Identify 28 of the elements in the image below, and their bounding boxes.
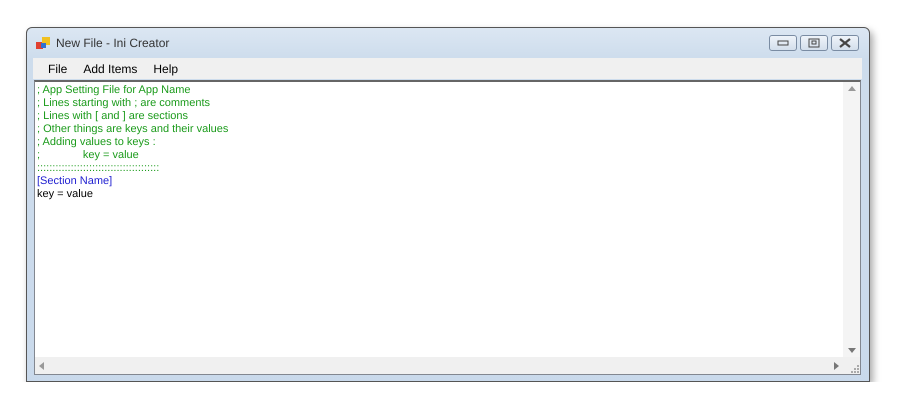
minimize-icon bbox=[777, 40, 789, 46]
scroll-down-icon[interactable] bbox=[848, 348, 856, 353]
key-value-line: key = value bbox=[37, 188, 93, 201]
close-icon bbox=[838, 38, 852, 48]
comment-line: ; Lines starting with ; are comments bbox=[37, 97, 210, 110]
vertical-scrollbar[interactable] bbox=[843, 82, 860, 357]
section-line: [Section Name] bbox=[37, 175, 112, 188]
app-icon bbox=[36, 36, 50, 50]
scroll-right-icon[interactable] bbox=[834, 362, 839, 370]
resize-grip-icon[interactable] bbox=[850, 364, 860, 374]
scroll-up-icon[interactable] bbox=[848, 86, 856, 91]
comment-line: ; Lines with [ and ] are sections bbox=[37, 110, 188, 123]
window-title: New File - Ini Creator bbox=[56, 36, 170, 50]
comment-line: :::::::::::::::::::::::::::::::::::::::: bbox=[37, 162, 160, 175]
text-editor[interactable] bbox=[34, 80, 861, 375]
comment-line: ; Other things are keys and their values bbox=[37, 123, 228, 136]
minimize-button[interactable] bbox=[769, 35, 797, 51]
comment-line: ; key = value bbox=[37, 149, 139, 162]
comment-line: ; Adding values to keys : bbox=[37, 136, 156, 149]
menu-item[interactable]: File bbox=[41, 60, 74, 78]
comment-line: ; App Setting File for App Name bbox=[37, 84, 190, 97]
maximize-button[interactable] bbox=[800, 35, 828, 51]
horizontal-scrollbar[interactable] bbox=[35, 357, 843, 374]
close-button[interactable] bbox=[831, 35, 859, 51]
scroll-left-icon[interactable] bbox=[39, 362, 44, 370]
menu-item[interactable]: Help bbox=[146, 60, 186, 78]
menu-item[interactable]: Add Items bbox=[76, 60, 144, 78]
maximize-icon bbox=[808, 38, 820, 48]
